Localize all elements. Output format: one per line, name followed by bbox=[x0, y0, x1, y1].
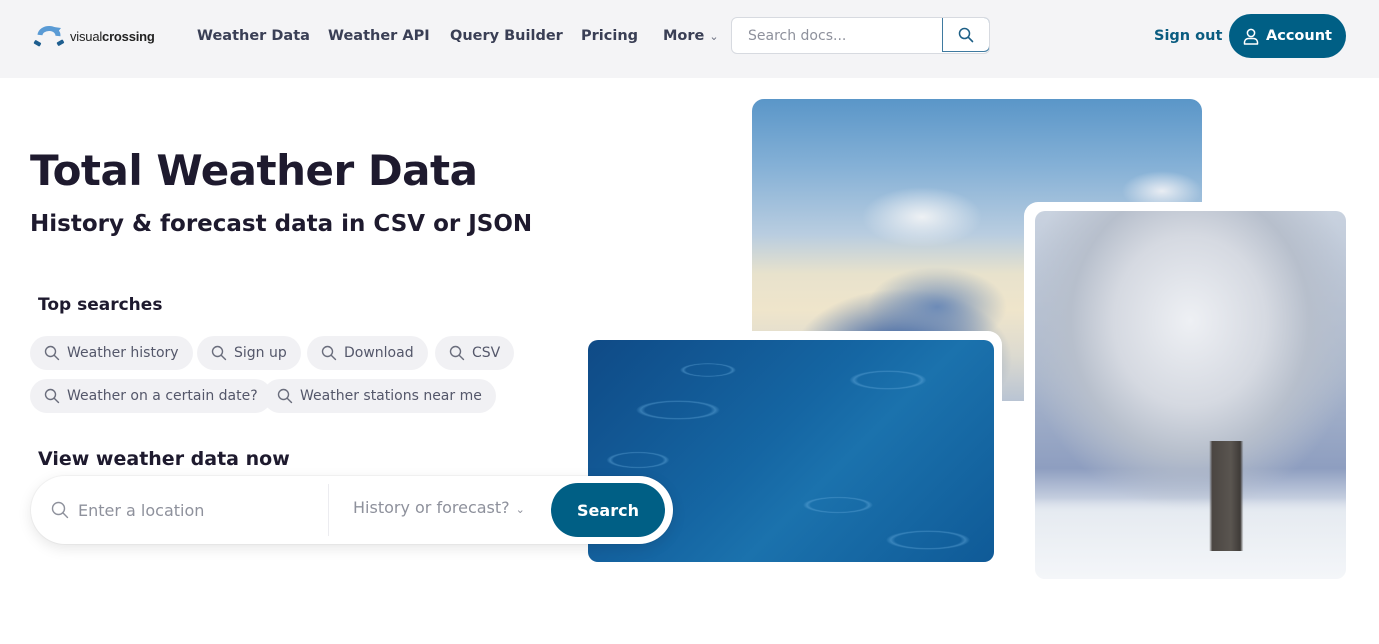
divider bbox=[328, 484, 329, 536]
nav-more-label: More bbox=[663, 28, 705, 44]
nav-more[interactable]: More ⌄ bbox=[663, 25, 719, 48]
page-title: Total Weather Data bbox=[30, 146, 478, 195]
search-icon bbox=[277, 388, 293, 404]
location-input[interactable] bbox=[78, 496, 318, 524]
chip-weather-certain-date[interactable]: Weather on a certain date? bbox=[30, 379, 272, 413]
chip-label: Weather on a certain date? bbox=[67, 388, 258, 404]
view-weather-heading: View weather data now bbox=[38, 448, 290, 470]
chevron-down-icon: ⌄ bbox=[709, 30, 719, 43]
chevron-down-icon: ⌄ bbox=[515, 503, 525, 516]
chip-label: Sign up bbox=[234, 345, 287, 361]
chip-sign-up[interactable]: Sign up bbox=[197, 336, 301, 370]
nav-weather-api[interactable]: Weather API bbox=[328, 25, 430, 47]
chip-label: Download bbox=[344, 345, 414, 361]
chip-csv[interactable]: CSV bbox=[435, 336, 515, 370]
logo-text: visualcrossing bbox=[70, 28, 155, 44]
logo[interactable]: visualcrossing bbox=[30, 22, 155, 50]
doc-search bbox=[731, 17, 990, 54]
nav-query-builder[interactable]: Query Builder bbox=[450, 25, 563, 47]
search-icon bbox=[44, 345, 60, 361]
page-subtitle: History & forecast data in CSV or JSON bbox=[30, 211, 533, 237]
search-icon bbox=[44, 388, 60, 404]
visualcrossing-logo-icon bbox=[33, 26, 65, 47]
snowy-tree-image bbox=[1035, 211, 1346, 579]
doc-search-input[interactable] bbox=[732, 18, 942, 53]
select-value: History or forecast? bbox=[353, 498, 510, 517]
search-icon bbox=[321, 345, 337, 361]
account-label: Account bbox=[1266, 28, 1332, 44]
nav-pricing[interactable]: Pricing bbox=[581, 25, 638, 47]
search-icon bbox=[449, 345, 465, 361]
chip-weather-stations[interactable]: Weather stations near me bbox=[263, 379, 496, 413]
chip-label: Weather history bbox=[67, 345, 179, 361]
search-button[interactable]: Search bbox=[551, 483, 665, 537]
account-button[interactable]: Account bbox=[1229, 14, 1346, 58]
sign-out-link[interactable]: Sign out bbox=[1154, 25, 1222, 47]
chip-download[interactable]: Download bbox=[307, 336, 428, 370]
user-icon bbox=[1243, 28, 1259, 45]
doc-search-button[interactable] bbox=[942, 18, 989, 52]
search-icon bbox=[51, 501, 69, 519]
nav-weather-data[interactable]: Weather Data bbox=[197, 25, 310, 47]
top-searches-heading: Top searches bbox=[38, 295, 163, 315]
search-icon bbox=[958, 27, 974, 42]
chip-label: CSV bbox=[472, 345, 501, 361]
location-search-bar: History or forecast? ⌄ Search bbox=[31, 476, 673, 544]
chip-weather-history[interactable]: Weather history bbox=[30, 336, 193, 370]
site-header: visualcrossing Weather Data Weather API … bbox=[0, 0, 1379, 78]
search-icon bbox=[211, 345, 227, 361]
chip-label: Weather stations near me bbox=[300, 388, 482, 404]
history-forecast-select[interactable]: History or forecast? ⌄ bbox=[353, 498, 525, 517]
